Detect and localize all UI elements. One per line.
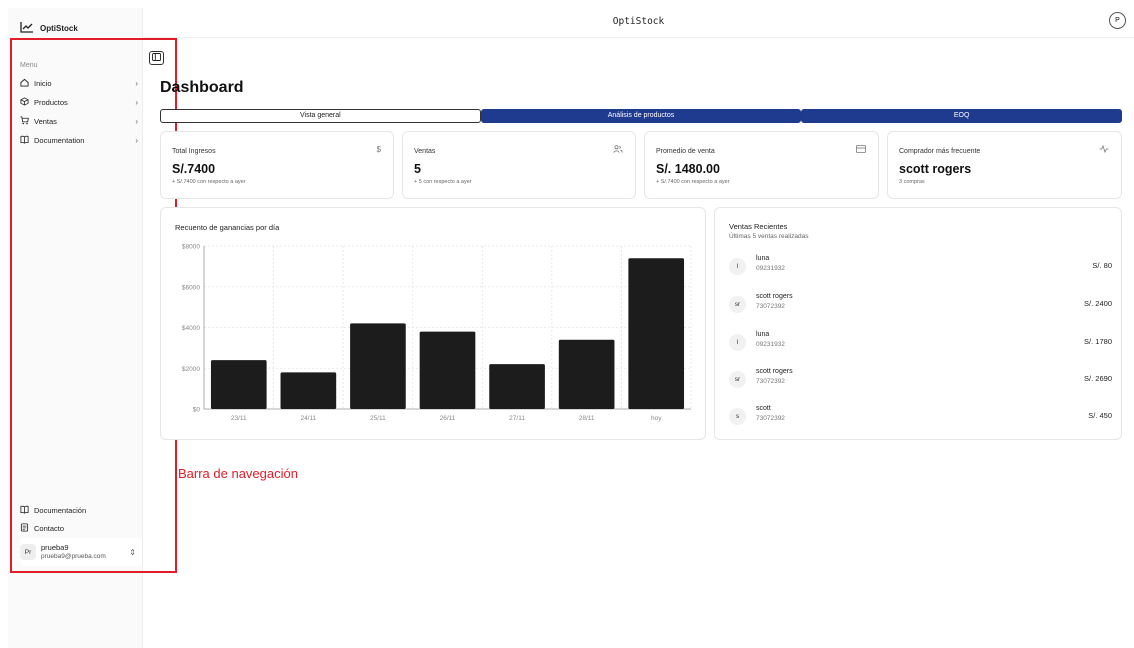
top-bar: OptiStock P — [143, 8, 1134, 38]
tab-vista-general[interactable]: Vista general — [160, 109, 481, 123]
chart-line-icon — [20, 21, 34, 35]
stat-value: scott rogers — [899, 162, 972, 176]
stat-label: Total Ingresos — [172, 148, 216, 155]
customer-id: 73072392 — [756, 303, 785, 310]
y-tick-label: $8000 — [182, 244, 200, 251]
stat-card-comprador: Comprador más frecuente scott rogers 3 c… — [887, 131, 1122, 199]
y-tick-label: $0 — [193, 407, 201, 414]
x-tick-label: 24/11 — [300, 415, 316, 422]
stat-label: Comprador más frecuente — [899, 148, 981, 155]
customer-name: scott — [756, 405, 771, 412]
recent-sales-subtitle: Últimas 5 ventas realizadas — [729, 233, 809, 240]
bar — [210, 360, 267, 409]
y-tick-label: $2000 — [182, 366, 200, 373]
avatar: l — [729, 258, 746, 275]
tab-analisis-productos[interactable]: Análisis de productos — [480, 109, 802, 123]
stat-value: 5 — [414, 162, 421, 176]
list-item[interactable]: s scott 73072392 S/. 450 — [729, 405, 1112, 429]
stat-sub: + S/.7400 con respecto a ayer — [656, 179, 730, 185]
x-tick-label: 25/11 — [370, 415, 386, 422]
sale-amount: S/. 450 — [1088, 411, 1112, 420]
customer-id: 09231932 — [756, 265, 785, 272]
customer-id: 09231932 — [756, 341, 785, 348]
annotation-label: Barra de navegación — [178, 466, 298, 481]
bar — [280, 372, 337, 409]
panel-left-icon — [152, 53, 161, 63]
x-tick-label: 28/11 — [579, 415, 595, 422]
y-tick-label: $6000 — [182, 284, 200, 291]
page-title: Dashboard — [160, 79, 244, 96]
brand[interactable]: OptiStock — [20, 21, 78, 35]
list-item[interactable]: sr scott rogers 73072392 S/. 2400 — [729, 293, 1112, 317]
bar — [489, 364, 545, 409]
stat-sub: + 5 con respecto a ayer — [414, 179, 472, 185]
avatar: l — [729, 334, 746, 351]
brand-name: OptiStock — [40, 23, 78, 33]
sale-amount: S/. 1780 — [1084, 337, 1112, 346]
customer-name: scott rogers — [756, 368, 793, 375]
bar — [350, 323, 406, 409]
stat-card-ventas: Ventas 5 + 5 con respecto a ayer — [402, 131, 636, 199]
recent-sales-card: Ventas Recientes Últimas 5 ventas realiz… — [714, 207, 1122, 440]
avatar: s — [729, 408, 746, 425]
customer-name: luna — [756, 331, 770, 338]
stat-sub: + S/.7400 con respecto a ayer — [172, 179, 246, 185]
users-icon — [613, 145, 623, 155]
activity-icon — [1099, 144, 1109, 155]
stat-sub: 3 compras — [899, 179, 925, 185]
avatar: sr — [729, 296, 746, 313]
earnings-chart-card: Recuento de ganancias por día $0 $2000 $40… — [160, 207, 706, 440]
x-tick-label: 23/11 — [231, 415, 247, 422]
list-item[interactable]: l luna 09231932 S/. 1780 — [729, 331, 1112, 355]
stat-value: S/.7400 — [172, 162, 216, 176]
list-item[interactable]: l luna 09231932 S/. 80 — [729, 255, 1112, 279]
customer-name: scott rogers — [756, 293, 793, 300]
annotation-box — [10, 38, 177, 573]
stat-card-promedio: Promedio de venta S/. 1480.00 + S/.7400 … — [644, 131, 879, 199]
x-tick-label: 27/11 — [509, 415, 525, 422]
y-tick-label: $4000 — [182, 325, 200, 332]
stat-value: S/. 1480.00 — [656, 162, 720, 176]
stat-label: Ventas — [414, 148, 436, 155]
dashboard-tabs: Vista general Análisis de productos EOQ — [160, 109, 1123, 123]
customer-id: 73072392 — [756, 378, 785, 385]
earnings-bar-chart: $0 $2000 $4000 $6000 $8000 23/11 24/11 25/11 26/… — [182, 244, 692, 422]
customer-id: 73072392 — [756, 415, 785, 422]
recent-sales-title: Ventas Recientes — [729, 222, 788, 231]
bar — [628, 258, 685, 409]
x-tick-label: hoy — [651, 415, 662, 422]
customer-name: luna — [756, 255, 770, 262]
tab-eoq[interactable]: EOQ — [801, 109, 1123, 123]
header-title: OptiStock — [612, 16, 665, 27]
sidebar-toggle-button[interactable] — [149, 51, 164, 65]
chart-title: Recuento de ganancias por día — [175, 223, 280, 232]
stat-card-total-ingresos: Total Ingresos $ S/.7400 + S/.7400 con r… — [160, 131, 394, 199]
x-tick-label: 26/11 — [440, 415, 456, 422]
sale-amount: S/. 2400 — [1084, 299, 1112, 308]
bar — [419, 331, 476, 409]
bar — [558, 339, 615, 409]
dollar-icon: $ — [376, 145, 381, 154]
avatar: sr — [729, 371, 746, 388]
sale-amount: S/. 2690 — [1084, 374, 1112, 383]
sale-amount: S/. 80 — [1092, 261, 1112, 270]
profile-avatar-button[interactable]: P — [1109, 12, 1126, 29]
list-item[interactable]: sr scott rogers 73072392 S/. 2690 — [729, 368, 1112, 392]
stat-label: Promedio de venta — [656, 148, 715, 155]
card-icon — [856, 145, 866, 155]
